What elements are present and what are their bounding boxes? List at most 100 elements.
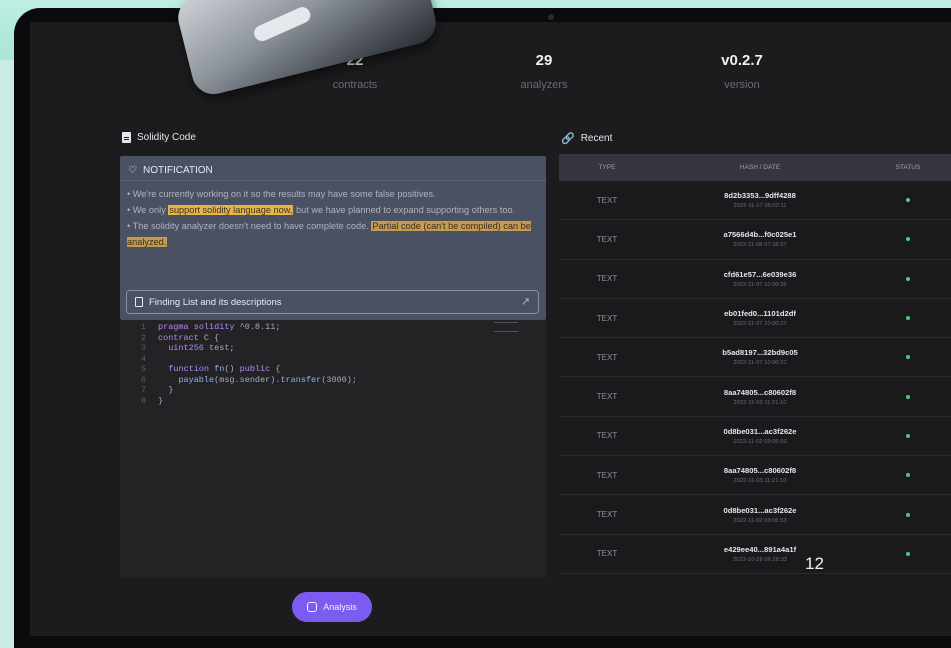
row-type: TEXT bbox=[596, 352, 618, 362]
table-header: TYPE HASH / DATE STATUS bbox=[559, 154, 951, 181]
status-dot bbox=[906, 237, 910, 242]
row-hash: 0d8be031...ac3f262e bbox=[723, 426, 797, 436]
notification-body: • We're currently working on it so the r… bbox=[120, 181, 546, 250]
notification-panel: ♡ NOTIFICATION • We're currently working… bbox=[120, 156, 546, 320]
solidity-code-title-text: Solidity Code bbox=[137, 132, 196, 143]
row-date: 2022-11-03 11:21:10 bbox=[733, 399, 787, 406]
status-dot bbox=[906, 316, 910, 321]
line-number: 1 bbox=[140, 322, 146, 332]
status-dot bbox=[906, 512, 910, 517]
stat-version-label: version bbox=[724, 79, 760, 91]
stat-analyzers-label: analyzers bbox=[520, 79, 568, 91]
code-line[interactable]: 6 payable(msg.sender).transfer(3000); bbox=[120, 375, 546, 386]
finding-list-button[interactable]: Finding List and its descriptions ↗ bbox=[126, 290, 539, 314]
row-hash: e429ee40...891a4a1f bbox=[723, 544, 797, 554]
notification-title: NOTIFICATION bbox=[142, 165, 213, 176]
notification-line-2-post: but we have planned to expand supporting… bbox=[293, 205, 516, 215]
table-row[interactable]: TEXT 0d8be031...ac3f262e 2022-11-02 03:06:… bbox=[559, 417, 951, 457]
code-editor[interactable]: 1 pragma solidity ^0.8.11; 2 contract C {3 … bbox=[120, 320, 546, 578]
stat-analyzers-value: 29 bbox=[535, 52, 553, 69]
code-text: payable(msg.sender).transfer(3000); bbox=[178, 374, 357, 385]
editor-minimap[interactable] bbox=[494, 322, 518, 332]
link-icon: 🔗 bbox=[561, 133, 575, 145]
page-number: 12 bbox=[805, 554, 824, 573]
row-date: 2022-11-03 11:21:10 bbox=[733, 478, 787, 485]
line-number: 6 bbox=[140, 374, 146, 385]
table-row[interactable]: TEXT cfd61e57...6e039e36 2022-11-07 10:00:… bbox=[559, 260, 951, 299]
row-type: TEXT bbox=[596, 234, 618, 244]
row-date: 2022-11-07 10:00:27 bbox=[733, 321, 787, 328]
line-number: 4 bbox=[140, 353, 146, 364]
solidity-code-title: Solidity Code bbox=[122, 132, 196, 143]
row-date: 2022-11-02 03:06:53 bbox=[733, 517, 787, 524]
status-dot bbox=[906, 394, 910, 399]
row-status bbox=[865, 237, 951, 242]
row-hash-date: 8d2b3353...9dff4288 2022-11-17 06:02:11 bbox=[655, 191, 865, 209]
code-line[interactable]: 4 bbox=[120, 354, 546, 365]
row-status bbox=[865, 473, 951, 478]
row-hash: a7566d4b...f0c025e1 bbox=[723, 230, 797, 240]
code-line[interactable]: 2 contract C { bbox=[120, 333, 546, 344]
row-status bbox=[865, 276, 951, 281]
row-type: TEXT bbox=[596, 431, 618, 441]
status-dot bbox=[906, 433, 910, 438]
row-date: 2022-10-28 06:28:33 bbox=[733, 556, 787, 563]
analysis-button[interactable]: Analysis bbox=[292, 592, 372, 622]
row-type: TEXT bbox=[596, 392, 618, 402]
row-hash-date: e429ee40...891a4a1f 2022-10-28 06:28:33 bbox=[655, 545, 865, 563]
row-hash-date: 0d8be031...ac3f262e 2022-11-02 03:06:53 bbox=[655, 506, 865, 524]
row-status bbox=[865, 394, 951, 399]
row-hash: 0d8be031...ac3f262e bbox=[723, 505, 797, 515]
code-line[interactable]: 1 pragma solidity ^0.8.11; bbox=[120, 322, 546, 333]
analyze-icon bbox=[307, 602, 318, 612]
row-hash: 8aa74805...c80602f8 bbox=[723, 387, 797, 397]
row-status bbox=[865, 355, 951, 360]
table-row[interactable]: TEXT b5ad8197...32bd9c05 2022-11-07 10:00:… bbox=[559, 338, 951, 378]
line-number: 2 bbox=[140, 332, 146, 343]
file-icon bbox=[135, 297, 143, 307]
row-date: 2022-11-07 10:00:21 bbox=[733, 360, 787, 367]
code-line[interactable]: 3 uint256 test; bbox=[120, 343, 546, 354]
header-hash-date: HASH / DATE bbox=[739, 164, 781, 171]
row-hash-date: b5ad8197...32bd9c05 2022-11-07 10:00:21 bbox=[655, 348, 865, 366]
line-number: 5 bbox=[140, 364, 146, 374]
row-type: TEXT bbox=[596, 549, 618, 559]
row-type: TEXT bbox=[596, 274, 618, 284]
notification-header: ♡ NOTIFICATION bbox=[120, 156, 546, 181]
row-hash: 8aa74805...c80602f8 bbox=[723, 466, 797, 476]
table-row[interactable]: TEXT 0d8be031...ac3f262e 2022-11-02 03:06:… bbox=[559, 495, 951, 535]
row-type: TEXT bbox=[596, 195, 618, 205]
row-hash-date: 0d8be031...ac3f262e 2022-11-02 03:06:53 bbox=[655, 427, 865, 445]
code-line[interactable]: 5 function fn() public { bbox=[120, 364, 546, 375]
line-number: 7 bbox=[140, 385, 146, 395]
status-dot bbox=[906, 473, 910, 478]
header-status: STATUS bbox=[895, 164, 921, 171]
app-screen: 22 contracts 29 analyzers v0.2.7 version… bbox=[30, 22, 951, 636]
row-status bbox=[865, 512, 951, 517]
table-body: TEXT 8d2b3353...9dff4288 2022-11-17 06:02:… bbox=[559, 181, 951, 574]
row-hash: cfd61e57...6e039e36 bbox=[723, 269, 797, 279]
row-hash: 8d2b3353...9dff4288 bbox=[724, 191, 796, 201]
table-row[interactable]: TEXT eb01fed0...1101d2df 2022-11-07 10:00:… bbox=[559, 299, 951, 339]
table-row[interactable]: TEXT e429ee40...891a4a1f 2022-10-28 06:28:… bbox=[559, 535, 951, 574]
row-hash-date: 8aa74805...c80602f8 2022-11-03 11:21:10 bbox=[655, 388, 865, 406]
stat-version-value: v0.2.7 bbox=[721, 52, 763, 69]
table-row[interactable]: TEXT 8aa74805...c80602f8 2022-11-03 11:21:… bbox=[559, 456, 951, 496]
notification-line-2: • We only support solidity language now,… bbox=[127, 202, 539, 218]
row-type: TEXT bbox=[596, 510, 618, 520]
notification-line-3: • The solidity analyzer doesn't need to … bbox=[127, 218, 539, 250]
bell-icon: ♡ bbox=[128, 165, 137, 176]
notification-line-2-highlight: support solidity language now, bbox=[168, 205, 294, 215]
document-icon bbox=[122, 132, 131, 143]
code-lines: 1 pragma solidity ^0.8.11; 2 contract C {3 … bbox=[120, 322, 546, 406]
code-line[interactable]: 7 } bbox=[120, 385, 546, 396]
table-row[interactable]: TEXT 8d2b3353...9dff4288 2022-11-17 06:02:… bbox=[559, 181, 951, 221]
table-row[interactable]: TEXT a7566d4b...f0c025e1 2022-11-08 07:38:… bbox=[559, 220, 951, 260]
code-text: function fn() public { bbox=[168, 364, 281, 374]
status-dot bbox=[906, 551, 910, 556]
table-row[interactable]: TEXT 8aa74805...c80602f8 2022-11-03 11:21:… bbox=[559, 377, 951, 417]
code-line[interactable]: 8} bbox=[120, 396, 546, 407]
finding-list-label: Finding List and its descriptions bbox=[149, 296, 282, 308]
line-number: 8 bbox=[140, 395, 146, 406]
code-text: } bbox=[158, 385, 174, 395]
